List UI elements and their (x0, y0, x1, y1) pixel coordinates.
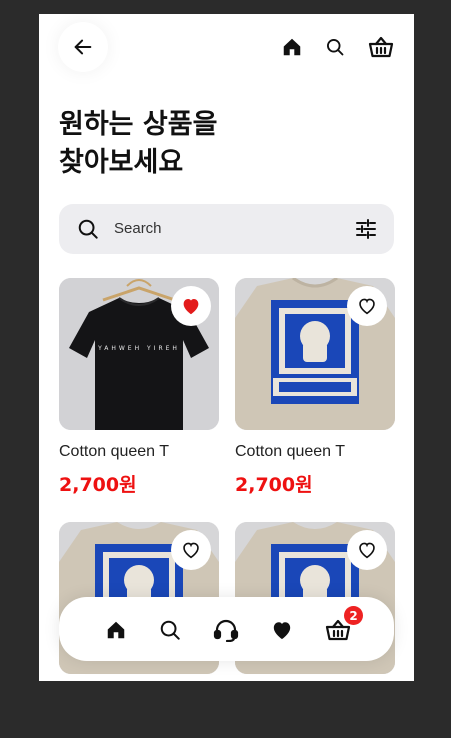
product-image[interactable]: YAHWEH YIREH (59, 278, 219, 430)
favorite-button[interactable] (347, 286, 387, 326)
page-title-line-1: 원하는 상품을 (59, 109, 218, 140)
home-icon (283, 38, 301, 56)
search-icon (327, 39, 344, 56)
sliders-icon[interactable] (354, 217, 378, 241)
nav-favorites[interactable] (269, 617, 295, 643)
heart-outline-icon (359, 298, 375, 315)
favorite-button[interactable] (171, 286, 211, 326)
product-image[interactable] (235, 278, 395, 430)
search-icon (160, 620, 180, 640)
nav-home[interactable] (103, 617, 129, 643)
arrow-left-icon (74, 39, 92, 55)
basket-icon (368, 36, 394, 58)
phone-screen: 원하는 상품을 찾아보세요 Search YAHWEH YIREH Cotton… (39, 14, 414, 681)
heart-outline-icon (359, 542, 375, 559)
page-title: 원하는 상품을 찾아보세요 (59, 106, 359, 182)
search-icon (78, 219, 98, 239)
heart-filled-icon (183, 299, 199, 315)
nav-support[interactable] (213, 617, 239, 643)
back-button[interactable] (58, 22, 108, 72)
home-icon (107, 621, 125, 639)
search-input[interactable]: Search (114, 220, 162, 237)
heart-icon (273, 622, 291, 640)
bottom-nav: 2 (59, 597, 394, 661)
product-name[interactable]: Cotton queen T (235, 443, 345, 461)
product-price: 2,700원 (59, 474, 137, 496)
favorite-button[interactable] (171, 530, 211, 570)
cart-count-badge: 2 (344, 606, 363, 625)
headset-icon (213, 619, 239, 642)
product-price: 2,700원 (235, 474, 313, 496)
product-name[interactable]: Cotton queen T (59, 443, 169, 461)
page-title-line-2: 찾아보세요 (59, 147, 184, 178)
favorite-button[interactable] (347, 530, 387, 570)
basket-button[interactable] (368, 34, 394, 60)
search-bar[interactable]: Search (59, 204, 394, 254)
home-button[interactable] (279, 34, 305, 60)
search-button[interactable] (322, 34, 348, 60)
nav-search[interactable] (157, 617, 183, 643)
shirt-print-text: YAHWEH YIREH (97, 345, 180, 352)
top-bar (39, 14, 414, 78)
heart-outline-icon (183, 542, 199, 559)
